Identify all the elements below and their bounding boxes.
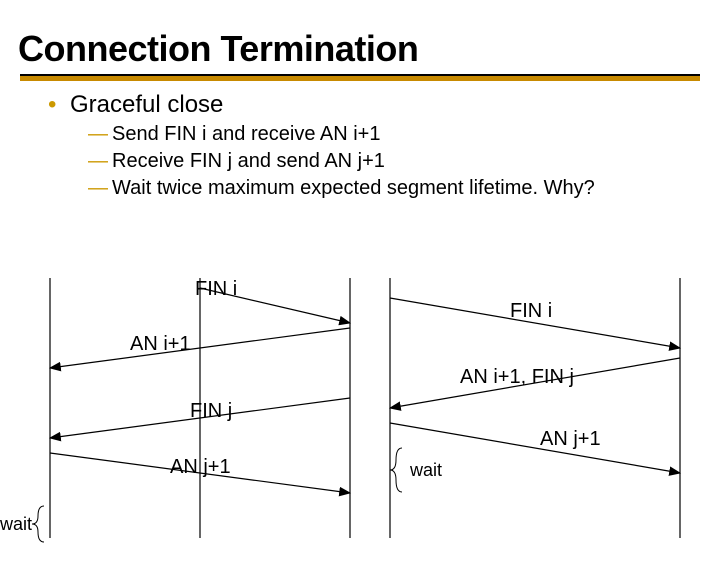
sub-bullet: Send FIN i and receive AN i+1 bbox=[88, 121, 720, 148]
label-fin-i-left: FIN i bbox=[195, 278, 237, 301]
label-wait-right: wait bbox=[410, 460, 442, 481]
sub-bullet: Receive FIN j and send AN j+1 bbox=[88, 148, 720, 175]
label-an-j1-left: AN j+1 bbox=[170, 456, 231, 479]
label-fin-i-right: FIN i bbox=[510, 300, 552, 323]
label-an-i1-fin-j: AN i+1, FIN j bbox=[460, 366, 574, 389]
label-an-j1-right: AN j+1 bbox=[540, 428, 601, 451]
label-fin-j-left: FIN j bbox=[190, 400, 232, 423]
bullet-main: Graceful close bbox=[48, 91, 720, 119]
label-an-i1-left: AN i+1 bbox=[130, 333, 191, 356]
diagram-svg bbox=[30, 278, 690, 558]
sub-bullet: Wait twice maximum expected segment life… bbox=[88, 175, 720, 202]
divider-gold bbox=[20, 76, 700, 81]
sequence-diagram: FIN i AN i+1 FIN j AN j+1 wait FIN i AN … bbox=[30, 278, 690, 558]
bullet-list: Graceful close Send FIN i and receive AN… bbox=[48, 91, 720, 202]
slide-title: Connection Termination bbox=[18, 28, 720, 70]
label-wait-left: wait bbox=[0, 514, 32, 535]
